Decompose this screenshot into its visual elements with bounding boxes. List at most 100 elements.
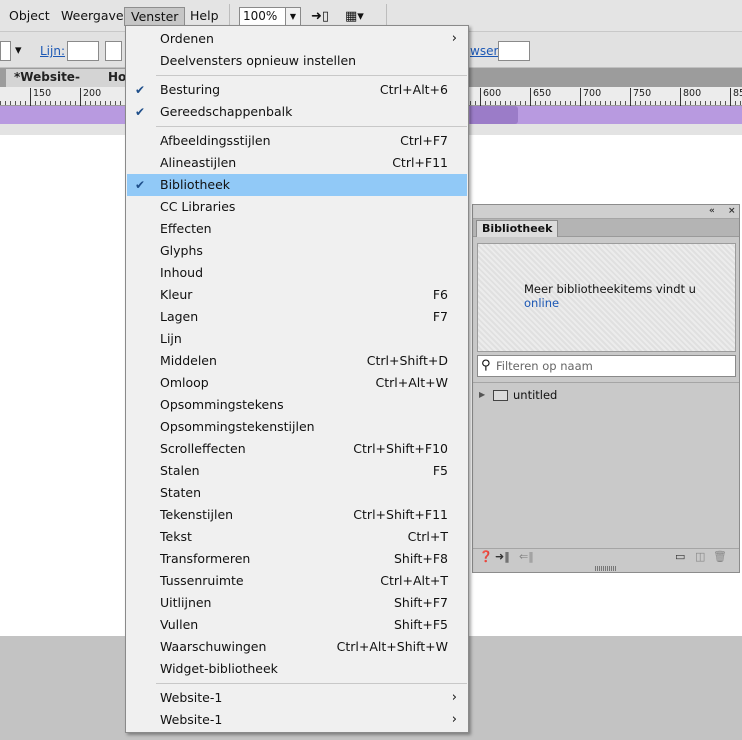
menu-item-besturing[interactable]: ✔ Besturing Ctrl+Alt+6: [127, 79, 467, 101]
menu-help[interactable]: Help: [184, 7, 225, 26]
menu-item-inhoud[interactable]: Inhoud: [127, 262, 467, 284]
ruler-tick-label: 850: [730, 88, 742, 106]
menu-item-glyphs[interactable]: Glyphs: [127, 240, 467, 262]
menu-item-shortcut: Ctrl+Alt+Shift+W: [336, 639, 448, 654]
menu-item-tussenruimte[interactable]: Tussenruimte Ctrl+Alt+T: [127, 570, 467, 592]
menu-separator: [156, 75, 467, 76]
list-item[interactable]: ▶ untitled: [477, 387, 733, 403]
menu-item-shortcut: Shift+F8: [393, 551, 448, 566]
menu-item-alineastijlen[interactable]: Alineastijlen Ctrl+F11: [127, 152, 467, 174]
ruler-tick-label: 650: [530, 88, 551, 106]
menu-item-label: Vullen: [160, 617, 199, 632]
preview-page-icon[interactable]: ➜▯: [311, 7, 329, 26]
expand-arrow-icon[interactable]: ▶: [479, 387, 485, 403]
menu-item-label: Ordenen: [160, 31, 214, 46]
menu-item-transformeren[interactable]: Transformeren Shift+F8: [127, 548, 467, 570]
collapse-icon[interactable]: «: [709, 205, 715, 218]
menu-item-shortcut: Shift+F5: [393, 617, 448, 632]
menu-item-afbeeldingsstijlen[interactable]: Afbeeldingsstijlen Ctrl+F7: [127, 130, 467, 152]
new-item-icon[interactable]: ◫: [695, 550, 705, 563]
menu-item-website-1[interactable]: Website-1 ›: [127, 687, 467, 709]
menu-item-waarschuwingen[interactable]: Waarschuwingen Ctrl+Alt+Shift+W: [127, 636, 467, 658]
export-icon[interactable]: ⇐‖: [519, 550, 534, 563]
menu-item-website-1-second[interactable]: Website-1 ›: [127, 709, 467, 731]
menu-item-deelvensters[interactable]: Deelvensters opnieuw instellen: [127, 50, 467, 72]
menu-item-lagen[interactable]: Lagen F7: [127, 306, 467, 328]
menu-item-middelen[interactable]: Middelen Ctrl+Shift+D: [127, 350, 467, 372]
list-item-label: untitled: [513, 388, 558, 402]
menu-item-shortcut: Ctrl+Shift+F10: [353, 441, 448, 456]
chevron-right-icon: ›: [451, 690, 457, 705]
menu-item-label: Effecten: [160, 221, 212, 236]
menu-item-label: Website-1: [160, 712, 223, 727]
menu-item-label: Alineastijlen: [160, 155, 237, 170]
master-page-band-handle[interactable]: [470, 106, 518, 124]
menu-item-cc-libraries[interactable]: CC Libraries: [127, 196, 467, 218]
lijn-label[interactable]: Lijn:: [40, 44, 65, 58]
menu-item-lijn[interactable]: Lijn: [127, 328, 467, 350]
menu-item-vullen[interactable]: Vullen Shift+F5: [127, 614, 467, 636]
menu-item-shortcut: Ctrl+Alt+T: [380, 573, 448, 588]
new-folder-icon[interactable]: ▭: [675, 550, 685, 563]
menu-item-label: Uitlijnen: [160, 595, 212, 610]
filter-input[interactable]: [496, 358, 732, 374]
close-icon[interactable]: ×: [728, 205, 736, 218]
menu-item-label: Kleur: [160, 287, 193, 302]
menu-item-tekenstijlen[interactable]: Tekenstijlen Ctrl+Shift+F11: [127, 504, 467, 526]
library-footer: ❓ ➜‖ ⇐‖ ▭ ◫ 🗑: [473, 548, 739, 565]
menu-item-uitlijnen[interactable]: Uitlijnen Shift+F7: [127, 592, 467, 614]
film-strip-icon[interactable]: ▦▾: [345, 7, 364, 26]
checkmark-icon: ✔: [135, 105, 146, 119]
stroke-stepper[interactable]: [105, 41, 122, 61]
library-filter-field[interactable]: ⚲: [477, 355, 736, 377]
help-icon[interactable]: ❓: [479, 550, 493, 563]
ruler-tick-label: 700: [580, 88, 601, 106]
menu-item-label: CC Libraries: [160, 199, 236, 214]
menu-item-label: Tekenstijlen: [160, 507, 234, 522]
menu-item-stalen[interactable]: Stalen F5: [127, 460, 467, 482]
ruler-tick-label: 800: [680, 88, 701, 106]
trash-icon[interactable]: 🗑: [713, 550, 727, 563]
ruler-tick-label: 150: [30, 88, 51, 106]
chevron-down-icon[interactable]: ▼: [285, 8, 300, 25]
menu-item-label: Lijn: [160, 331, 182, 346]
menu-item-opsommingstekens[interactable]: Opsommingstekens: [127, 394, 467, 416]
menu-item-label: Deelvensters opnieuw instellen: [160, 53, 357, 68]
venster-dropdown-menu: Ordenen › Deelvensters opnieuw instellen…: [125, 25, 469, 733]
menu-item-label: Bibliotheek: [160, 177, 231, 192]
menu-item-staten[interactable]: Staten: [127, 482, 467, 504]
menu-item-bibliotheek[interactable]: ✔ Bibliotheek: [127, 174, 467, 196]
menu-item-omloop[interactable]: Omloop Ctrl+Alt+W: [127, 372, 467, 394]
tab-bibliotheek[interactable]: Bibliotheek: [476, 220, 559, 237]
menu-item-label: Scrolleffecten: [160, 441, 246, 456]
fill-swatch[interactable]: [0, 41, 11, 61]
menu-item-shortcut: Ctrl+Shift+D: [366, 353, 448, 368]
zoom-select[interactable]: 100% ▼: [239, 7, 301, 26]
menu-item-opsommingstekenstijlen[interactable]: Opsommingstekenstijlen: [127, 416, 467, 438]
menu-item-gereedschappenbalk[interactable]: ✔ Gereedschappenbalk: [127, 101, 467, 123]
online-link[interactable]: online: [524, 296, 559, 310]
menu-weergave[interactable]: Weergave: [55, 7, 130, 26]
chevron-down-icon[interactable]: ▾: [15, 41, 22, 60]
search-icon: ⚲: [481, 358, 491, 373]
import-icon[interactable]: ➜‖: [495, 550, 510, 563]
menu-item-effecten[interactable]: Effecten: [127, 218, 467, 240]
menu-item-kleur[interactable]: Kleur F6: [127, 284, 467, 306]
stroke-swatch[interactable]: [67, 41, 99, 61]
menu-item-tekst[interactable]: Tekst Ctrl+T: [127, 526, 467, 548]
menu-item-shortcut: Ctrl+F7: [400, 133, 448, 148]
menu-item-widget-bibliotheek[interactable]: Widget-bibliotheek: [127, 658, 467, 680]
menu-item-label: Staten: [160, 485, 202, 500]
menu-item-label: Middelen: [160, 353, 217, 368]
menu-item-ordenen[interactable]: Ordenen ›: [127, 28, 467, 50]
menu-item-scrolleffecten[interactable]: Scrolleffecten Ctrl+Shift+F10: [127, 438, 467, 460]
menu-venster[interactable]: Venster: [124, 7, 186, 26]
menu-item-label: Lagen: [160, 309, 199, 324]
browser-swatch[interactable]: [498, 41, 530, 61]
resize-grip-icon[interactable]: [595, 566, 617, 571]
menu-object[interactable]: Object: [3, 7, 56, 26]
menu-item-label: Tussenruimte: [160, 573, 244, 588]
menu-item-label: Opsommingstekens: [160, 397, 284, 412]
tab-website-1[interactable]: *Website-1×: [6, 69, 100, 101]
library-panel-titlebar[interactable]: « ×: [473, 205, 739, 219]
